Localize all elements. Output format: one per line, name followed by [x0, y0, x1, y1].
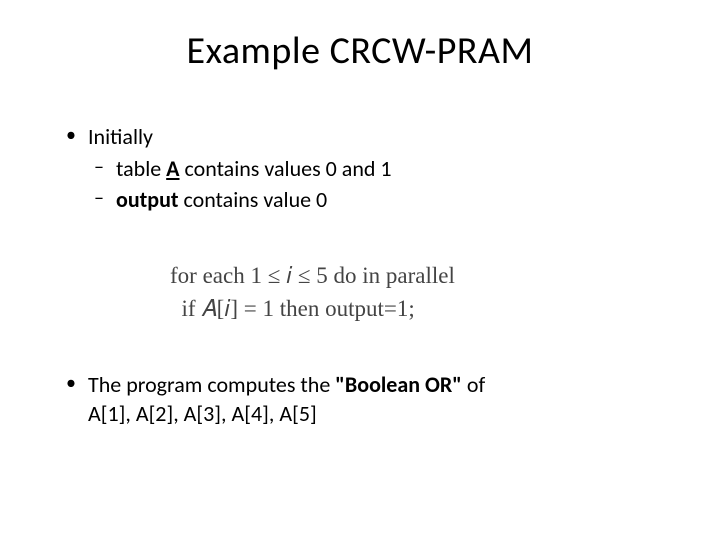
bullet-list-1: Initially table A contains values 0 and … [60, 122, 660, 215]
sub-bullet-output: output contains value 0 [88, 185, 660, 215]
math-line-2: if 𝐴[𝑖] = 1 then output=1; [170, 292, 660, 325]
text-bold-boolean-or: "Boolean OR" [335, 371, 462, 398]
text-bold-output: output [116, 186, 179, 213]
text: of [462, 371, 485, 398]
math-line-1: for each 1 ≤ 𝑖 ≤ 5 do in parallel [170, 259, 660, 292]
bullet-list-2: The program computes the "Boolean OR" of… [60, 370, 660, 429]
slide-title: Example CRCW-PRAM [60, 28, 660, 74]
bullet-label: Initially [88, 123, 153, 150]
slide: Example CRCW-PRAM Initially table A cont… [0, 0, 720, 540]
text: contains values 0 and 1 [180, 155, 392, 182]
bullet-initially: Initially table A contains values 0 and … [60, 122, 660, 215]
sub-list: table A contains values 0 and 1 output c… [88, 154, 660, 215]
bullet-program: The program computes the "Boolean OR" of… [60, 370, 660, 429]
text: table [116, 155, 166, 182]
sub-bullet-table-a: table A contains values 0 and 1 [88, 154, 660, 184]
bullet-line-2: A[1], A[2], A[3], A[4], A[5] [88, 399, 660, 429]
text: The program computes the [88, 371, 335, 398]
text-bold-a: A [166, 155, 179, 182]
bullet-line-1: The program computes the "Boolean OR" of [88, 370, 660, 400]
text: contains value 0 [179, 186, 328, 213]
math-block: for each 1 ≤ 𝑖 ≤ 5 do in parallel if 𝐴[𝑖… [170, 259, 660, 326]
